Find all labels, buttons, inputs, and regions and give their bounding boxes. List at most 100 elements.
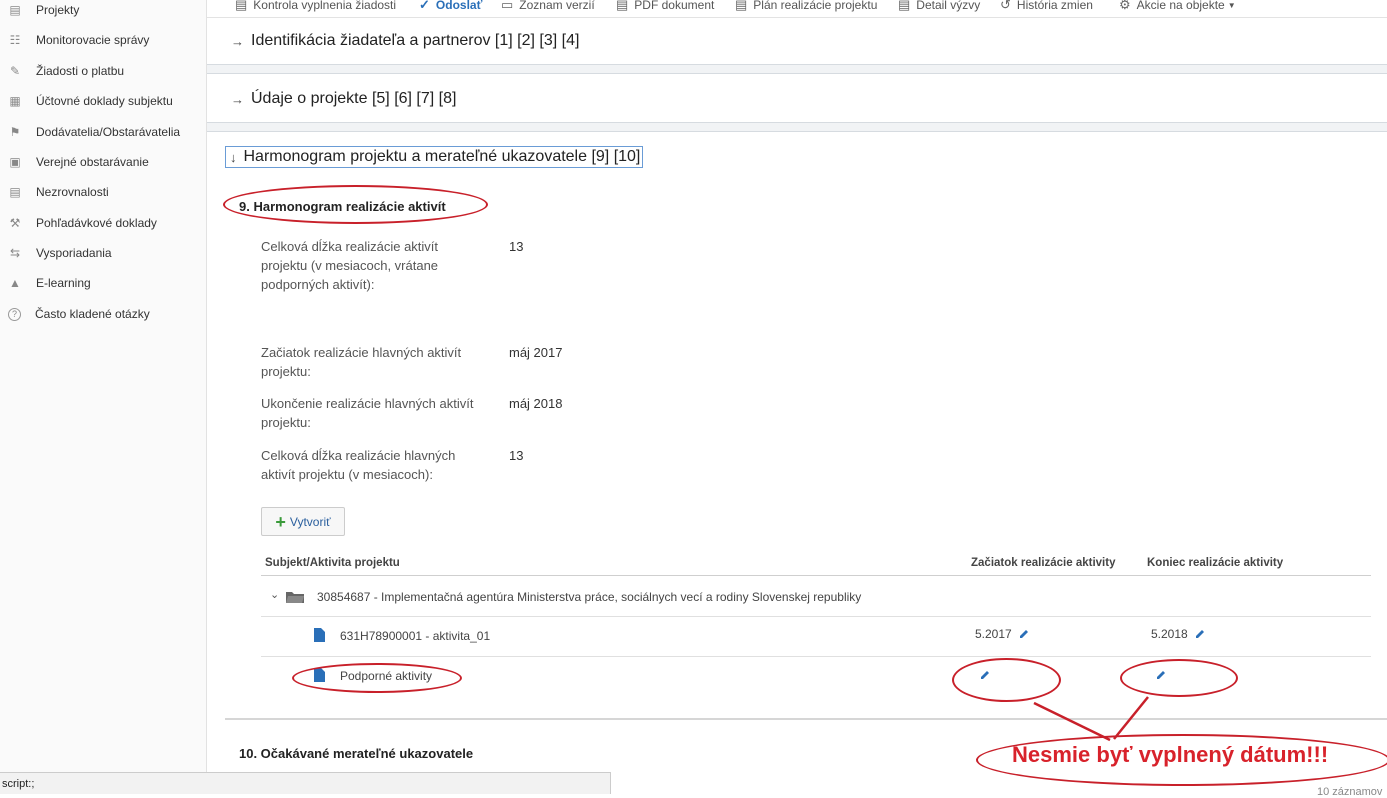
activity-start: 5.2017	[975, 627, 1012, 641]
section-divider	[225, 718, 1387, 720]
graduation-cap-icon: ▲	[9, 276, 21, 290]
briefcase-icon: ▣	[9, 155, 21, 169]
gavel-icon: ⚒	[9, 216, 21, 230]
exchange-icon: ⇆	[9, 246, 21, 260]
accordion-identification[interactable]: → Identifikácia žiadateľa a partnerov [1…	[231, 32, 579, 50]
toolbar-historia-button[interactable]: ↺ História zmien	[1000, 0, 1093, 15]
check-circle-icon: ✓	[419, 0, 430, 12]
toolbar-zoznam-verzii-button[interactable]: ▭ Zoznam verzií	[501, 0, 595, 15]
group-label: 30854687 - Implementačná agentúra Minist…	[317, 590, 862, 604]
accordion-title: Harmonogram projektu a merateľné ukazova…	[243, 148, 641, 165]
gear-icon: ⚙	[1119, 0, 1131, 12]
sidebar-item-dodavatelia[interactable]: ⚑ Dodávatelia/Obstarávatelia	[0, 120, 206, 144]
supplier-icon: ⚑	[9, 125, 21, 139]
row-divider	[261, 616, 1371, 617]
sidebar-item-verejne-obstaravanie[interactable]: ▣ Verejné obstarávanie	[0, 150, 206, 174]
question-icon: ?	[8, 307, 21, 321]
clipboard-icon: ☷	[9, 33, 21, 47]
field-value-main-duration: 13	[509, 448, 524, 463]
plan-icon: ▤	[735, 0, 748, 12]
sidebar-item-label: Často kladené otázky	[35, 307, 150, 321]
detail-icon: ▤	[898, 0, 911, 12]
chevron-down-icon[interactable]: ⌄	[270, 588, 279, 601]
sidebar-item-pohladavkove-doklady[interactable]: ⚒ Pohľadávkové doklady	[0, 211, 206, 235]
sidebar-item-label: Dodávatelia/Obstarávatelia	[36, 125, 181, 139]
sidebar-item-nezrovnalosti[interactable]: ▤ Nezrovnalosti	[0, 180, 206, 204]
file-icon	[314, 668, 325, 682]
sidebar-item-projekty[interactable]: ▤ Projekty	[0, 0, 206, 22]
accordion-project-data[interactable]: → Údaje o projekte [5] [6] [7] [8]	[231, 90, 456, 108]
toolbar-label: Zoznam verzií	[519, 0, 595, 12]
sidebar-item-label: Účtovné doklady subjektu	[36, 94, 173, 108]
activity-end: 5.2018	[1151, 627, 1188, 641]
sidebar: ▤ Projekty ☷ Monitorovacie správy ✎ Žiad…	[0, 0, 207, 794]
toolbar-plan-button[interactable]: ▤ Plán realizácie projektu	[735, 0, 877, 15]
activity-name: 631H78900001 - aktivita_01	[340, 629, 491, 643]
field-value-end: máj 2018	[509, 396, 563, 411]
sidebar-item-label: Vysporiadania	[36, 246, 112, 260]
toolbar: ▤ Kontrola vyplnenia žiadosti ✓ Odoslať …	[207, 0, 1387, 18]
sidebar-item-ziadosti-o-platbu[interactable]: ✎ Žiadosti o platbu	[0, 59, 206, 83]
sidebar-item-e-learning[interactable]: ▲ E-learning	[0, 271, 206, 295]
toolbar-akcie-button[interactable]: ⚙ Akcie na objekte ▼	[1119, 0, 1236, 15]
edit-start-pencil-icon[interactable]	[1018, 628, 1030, 640]
annotation-ellipse-end	[1120, 659, 1238, 697]
irregularity-icon: ▤	[9, 185, 21, 199]
field-label-main-duration: Celková dĺžka realizácie hlavných aktiví…	[261, 448, 456, 482]
sidebar-item-faq[interactable]: ? Často kladené otázky	[0, 302, 206, 326]
status-text: script:;	[2, 777, 35, 790]
toolbar-pdf-button[interactable]: ▤ PDF dokument	[616, 0, 714, 15]
check-document-icon: ▤	[235, 0, 248, 12]
column-header-start: Začiatok realizácie aktivity	[971, 557, 1116, 569]
toolbar-label: Akcie na objekte	[1136, 0, 1225, 12]
sidebar-item-vysporiadania[interactable]: ⇆ Vysporiadania	[0, 241, 206, 265]
history-icon: ↺	[1000, 0, 1011, 12]
create-button[interactable]: + Vytvoriť	[261, 507, 345, 536]
file-icon	[314, 628, 325, 642]
annotation-pointer-lines	[1033, 696, 1149, 742]
pdf-icon: ▤	[616, 0, 629, 12]
edit-end-pencil-icon[interactable]	[1194, 628, 1206, 640]
arrow-right-icon: →	[231, 91, 244, 107]
section-heading-harmonogram: 9. Harmonogram realizácie aktivít	[239, 199, 446, 214]
sidebar-item-label: Pohľadávkové doklady	[36, 216, 157, 230]
accordion-title: Identifikácia žiadateľa a partnerov [1] …	[251, 32, 580, 49]
versions-icon: ▭	[501, 0, 514, 12]
toolbar-detail-button[interactable]: ▤ Detail výzvy	[898, 0, 980, 15]
toolbar-label: Kontrola vyplnenia žiadosti	[253, 0, 397, 12]
annotation-text: Nesmie byť vyplnený dátum!!!	[1012, 742, 1329, 767]
sidebar-item-label: E-learning	[36, 276, 91, 290]
create-button-label: Vytvoriť	[289, 514, 331, 529]
sidebar-item-label: Projekty	[36, 3, 80, 17]
accordion-harmonogram[interactable]: ↓ Harmonogram projektu a merateľné ukazo…	[225, 146, 644, 168]
edit-start-pencil-icon[interactable]	[979, 669, 991, 681]
caret-down-icon: ▼	[1227, 0, 1236, 10]
field-label-end: Ukončenie realizácie hlavných aktivít pr…	[261, 396, 474, 430]
section-divider	[207, 64, 1387, 74]
table-header-divider	[261, 575, 1371, 576]
toolbar-kontrola-button[interactable]: ▤ Kontrola vyplnenia žiadosti	[235, 0, 396, 15]
section-divider	[207, 122, 1387, 132]
section-heading-indicators: 10. Očakávané merateľné ukazovatele	[239, 746, 474, 761]
sidebar-item-uctovne-doklady[interactable]: ▦ Účtovné doklady subjektu	[0, 89, 206, 113]
browser-status-bar: script:;	[0, 772, 611, 794]
activity-name: Podporné aktivity	[340, 669, 433, 683]
edit-end-pencil-icon[interactable]	[1155, 669, 1167, 681]
records-count: 10 záznamov	[1317, 786, 1383, 798]
toolbar-odoslat-button[interactable]: ✓ Odoslať	[419, 0, 482, 15]
sidebar-item-monitorovacie-spravy[interactable]: ☷ Monitorovacie správy	[0, 28, 206, 52]
toolbar-label: Plán realizácie projektu	[753, 0, 878, 12]
field-label-total-duration: Celková dĺžka realizácie aktivít projekt…	[261, 239, 439, 292]
accordion-title: Údaje o projekte [5] [6] [7] [8]	[251, 90, 457, 107]
sidebar-item-label: Nezrovnalosti	[36, 185, 109, 199]
row-divider	[261, 656, 1371, 657]
folder-icon	[286, 592, 304, 603]
field-value-start: máj 2017	[509, 345, 563, 360]
column-header-subject: Subjekt/Aktivita projektu	[265, 557, 400, 569]
sidebar-item-label: Žiadosti o platbu	[36, 64, 125, 78]
arrow-down-icon: ↓	[230, 149, 237, 165]
sidebar-item-label: Monitorovacie správy	[36, 33, 150, 47]
plus-icon: +	[275, 511, 286, 532]
projects-icon: ▤	[9, 3, 21, 17]
field-label-start: Začiatok realizácie hlavných aktivít pro…	[261, 345, 462, 379]
